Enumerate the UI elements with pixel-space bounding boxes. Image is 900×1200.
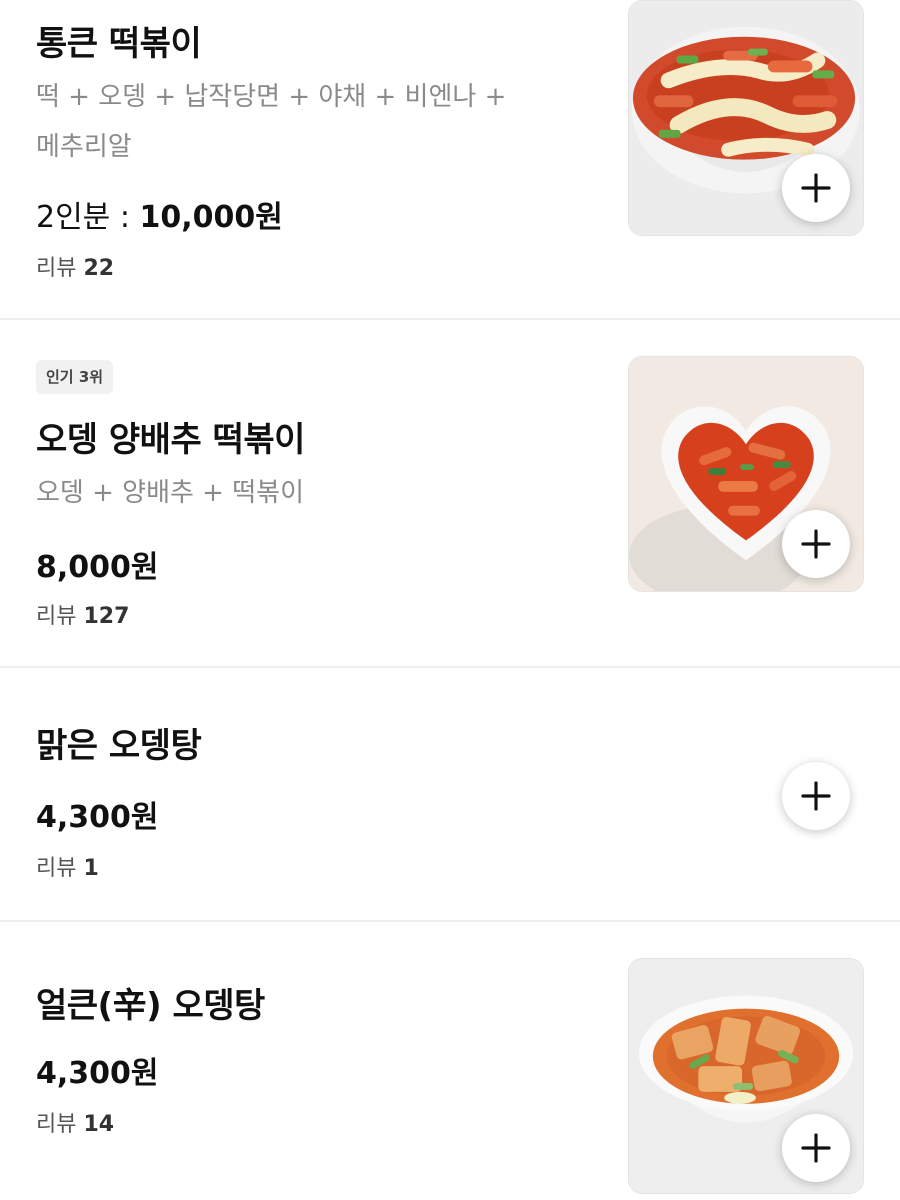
- menu-item-name: 맑은 오뎅탕: [36, 726, 202, 766]
- review-count: 127: [83, 604, 130, 629]
- add-to-cart-button[interactable]: [782, 1114, 850, 1182]
- review-label: 리뷰: [36, 604, 84, 629]
- price-value: 10,000원: [139, 200, 283, 235]
- menu-item[interactable]: 인기 3위 오뎅 양배추 떡볶이 오뎅 + 양배추 + 떡볶이 8,000원 리…: [0, 320, 900, 668]
- menu-item-reviews: 리뷰 1: [36, 850, 99, 882]
- menu-item[interactable]: 얼큰(辛) 오뎅탕 4,300원 리뷰 14: [0, 922, 900, 1200]
- menu-item-reviews: 리뷰 22: [36, 250, 114, 282]
- review-label: 리뷰: [36, 856, 84, 881]
- menu-item[interactable]: 맑은 오뎅탕 4,300원 리뷰 1: [0, 668, 900, 920]
- plus-icon: [801, 781, 831, 811]
- price-serving-label: 2인분 :: [36, 200, 140, 235]
- menu-item-price: 2인분 : 10,000원: [36, 192, 283, 236]
- review-count: 22: [83, 256, 115, 281]
- menu-item-name: 오뎅 양배추 떡볶이: [36, 420, 305, 460]
- popularity-badge: 인기 3위: [36, 360, 114, 394]
- price-value: 4,300원: [36, 800, 159, 835]
- add-to-cart-button[interactable]: [782, 154, 850, 222]
- menu-item-description: 떡 + 오뎅 + 납작당면 + 야채 + 비엔나 + 메추리알: [36, 82, 507, 162]
- plus-icon: [801, 173, 831, 203]
- price-value: 8,000원: [36, 550, 159, 585]
- review-label: 리뷰: [36, 256, 84, 281]
- menu-item-price: 4,300원: [36, 1048, 159, 1092]
- menu-item-description: 오뎅 + 양배추 + 떡볶이: [36, 478, 304, 508]
- review-label: 리뷰: [36, 1112, 84, 1137]
- review-count: 1: [83, 856, 99, 881]
- add-to-cart-button[interactable]: [782, 510, 850, 578]
- add-to-cart-button[interactable]: [782, 762, 850, 830]
- menu-item-name: 얼큰(辛) 오뎅탕: [36, 986, 265, 1026]
- menu-item-price: 4,300원: [36, 792, 159, 836]
- price-value: 4,300원: [36, 1056, 159, 1091]
- plus-icon: [801, 529, 831, 559]
- menu-item-name: 통큰 떡볶이: [36, 24, 202, 64]
- review-count: 14: [83, 1112, 115, 1137]
- menu-item-price: 8,000원: [36, 542, 159, 586]
- menu-item[interactable]: 통큰 떡볶이 떡 + 오뎅 + 납작당면 + 야채 + 비엔나 + 메추리알 2…: [0, 0, 900, 320]
- menu-item-reviews: 리뷰 127: [36, 598, 129, 630]
- plus-icon: [801, 1133, 831, 1163]
- menu-item-reviews: 리뷰 14: [36, 1106, 114, 1138]
